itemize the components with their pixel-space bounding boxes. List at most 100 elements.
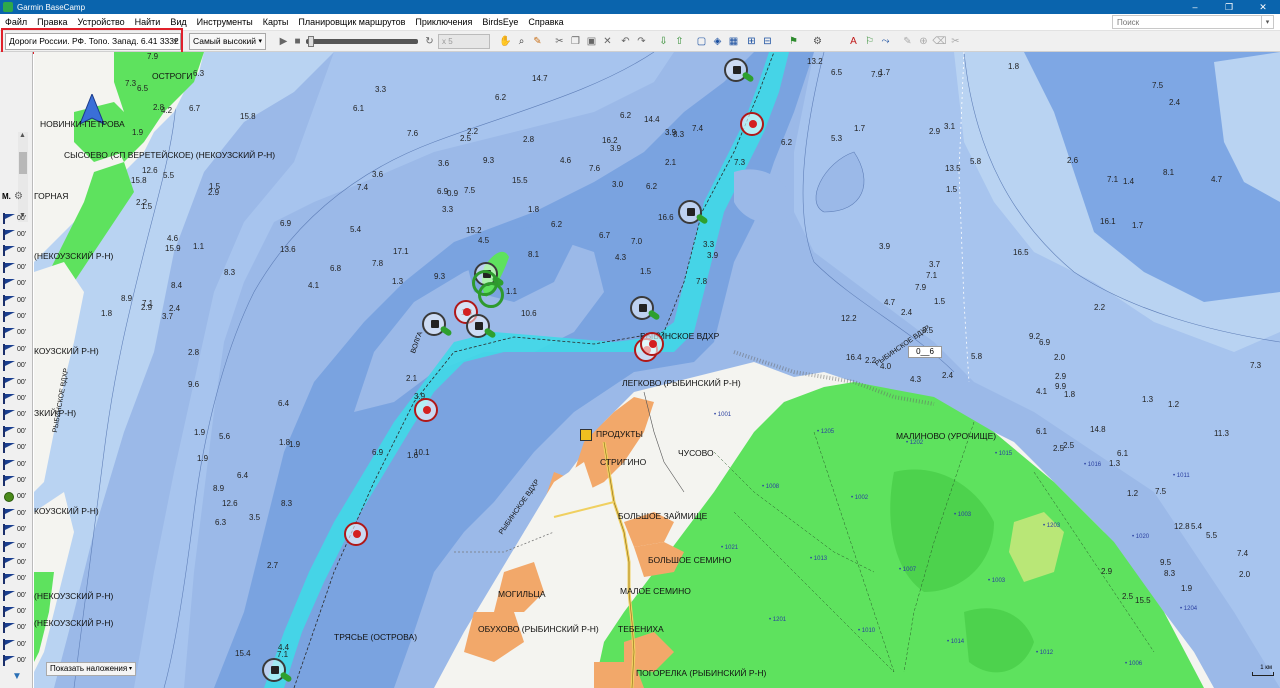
zoom-icon[interactable]: ⌕: [514, 34, 529, 49]
place-label[interactable]: ПРОДУКТЫ: [596, 430, 643, 439]
undo-icon[interactable]: ↶: [618, 34, 633, 49]
grid-view-icon[interactable]: ⊞: [744, 34, 759, 49]
waypoint-list-item[interactable]: 00': [2, 554, 32, 570]
waypoint-list-item[interactable]: 00': [2, 620, 32, 636]
navigation-buoy-icon[interactable]: [640, 332, 664, 356]
waypoint-list-item[interactable]: 00': [2, 226, 32, 242]
waypoint-list-item[interactable]: 00': [2, 423, 32, 439]
waypoint-list-item[interactable]: 00': [2, 538, 32, 554]
waypoint-list-item[interactable]: 00': [2, 456, 32, 472]
waypoint-list-item[interactable]: 00': [2, 210, 32, 226]
maximize-button[interactable]: ❐: [1212, 0, 1246, 14]
navigation-buoy-icon[interactable]: [262, 658, 293, 683]
place-label[interactable]: НОВИНКИ-ПЕТРОВА: [40, 120, 125, 129]
profile-icon[interactable]: ⚙: [810, 34, 825, 49]
playback-slider[interactable]: [306, 39, 418, 44]
waypoint-list-item[interactable]: 00': [2, 505, 32, 521]
place-label[interactable]: ГОРНАЯ: [34, 192, 68, 201]
waypoint-list-item[interactable]: 00': [2, 243, 32, 259]
waypoint-list-item[interactable]: 00': [2, 390, 32, 406]
navigation-buoy-icon[interactable]: [422, 312, 453, 337]
play-icon[interactable]: ▶: [276, 34, 291, 49]
place-label[interactable]: МОГИЛЬЦА: [498, 590, 546, 599]
divide-tool-icon[interactable]: ✂: [948, 34, 963, 49]
waypoint-list-item[interactable]: 00': [2, 571, 32, 587]
waypoint-list-item[interactable]: 00': [2, 276, 32, 292]
measure-icon[interactable]: ✎: [530, 34, 545, 49]
menu-edit[interactable]: Правка: [32, 14, 72, 31]
search-dropdown-icon[interactable]: ▾: [1262, 15, 1274, 29]
place-label[interactable]: (НЕКОУЗСКИЙ Р-Н): [34, 252, 113, 261]
edit-tool-icon[interactable]: ✎: [900, 34, 915, 49]
playback-slider-thumb[interactable]: [308, 36, 314, 47]
green-marker-ring-icon[interactable]: [478, 282, 504, 308]
navigation-buoy-icon[interactable]: [344, 522, 368, 546]
place-label[interactable]: (НЕКОУЗСКИЙ Р-Н): [34, 592, 113, 601]
paste-icon[interactable]: ▣: [584, 34, 599, 49]
send-to-device-icon[interactable]: ⇧: [672, 34, 687, 49]
menu-maps[interactable]: Карты: [258, 14, 294, 31]
insert-tool-icon[interactable]: ⊕: [916, 34, 931, 49]
place-label[interactable]: ЛЕГКОВО (РЫБИНСКИЙ Р-Н): [622, 379, 741, 388]
menu-adventures[interactable]: Приключения: [410, 14, 477, 31]
place-label[interactable]: ОБУХОВО (РЫБИНСКИЙ Р-Н): [478, 625, 599, 634]
panel-scrollbar[interactable]: [18, 132, 28, 222]
menu-birdseye[interactable]: BirdsEye: [477, 14, 523, 31]
waypoint-list-item[interactable]: 00': [2, 407, 32, 423]
close-button[interactable]: ✕: [1246, 0, 1280, 14]
waypoint-list-item[interactable]: 00': [2, 325, 32, 341]
menu-view[interactable]: Вид: [165, 14, 191, 31]
menu-find[interactable]: Найти: [130, 14, 166, 31]
redo-icon[interactable]: ↷: [634, 34, 649, 49]
place-label[interactable]: ПОГОРЕЛКА (РЫБИНСКИЙ Р-Н): [636, 669, 766, 678]
waypoint-list-item[interactable]: 00': [2, 358, 32, 374]
layers-icon[interactable]: ▦: [726, 34, 741, 49]
cut-icon[interactable]: ✂: [552, 34, 567, 49]
waypoint-list-item[interactable]: 00': [2, 521, 32, 537]
map-view-icon[interactable]: ▢: [694, 34, 709, 49]
erase-tool-icon[interactable]: ⌫: [932, 34, 947, 49]
place-label[interactable]: КОУЗСКИЙ Р-Н): [34, 507, 99, 516]
navigation-buoy-icon[interactable]: [740, 112, 764, 136]
waypoint-list-item[interactable]: 00': [2, 292, 32, 308]
map-product-select[interactable]: Дороги России. РФ. Топо. Запад. 6.41 333…: [5, 33, 181, 50]
show-overlays-select[interactable]: Показать наложения ▾: [46, 662, 136, 676]
hand-pan-icon[interactable]: ✋: [498, 34, 513, 49]
place-label[interactable]: БОЛЬШОЕ СЕМИНО: [648, 556, 731, 565]
place-label[interactable]: СТРИГИНО: [600, 458, 646, 467]
navigation-buoy-icon[interactable]: [466, 314, 497, 339]
search-input[interactable]: [1112, 15, 1262, 29]
delete-icon[interactable]: ✕: [600, 34, 615, 49]
split-view-icon[interactable]: ⊟: [760, 34, 775, 49]
place-label[interactable]: ТЕБЕНИХА: [618, 625, 664, 634]
waypoint-list-item[interactable]: 00': [2, 603, 32, 619]
playback-speed-select[interactable]: x 5: [438, 34, 490, 49]
waypoint-list-item[interactable]: 00': [2, 341, 32, 357]
waypoint-tool-icon[interactable]: ⚐: [862, 34, 877, 49]
menu-device[interactable]: Устройство: [73, 14, 130, 31]
map-view[interactable]: ОСТРОГИ НОВИНКИ-ПЕТРОВА СЫСОЕВО (СП ВЕРЕТЕ…: [34, 52, 1280, 688]
navigation-buoy-icon[interactable]: [724, 58, 755, 83]
filter-icon[interactable]: ▼: [12, 671, 26, 685]
stop-icon[interactable]: ■: [290, 34, 305, 49]
waypoint-list-item[interactable]: 00': [2, 439, 32, 455]
receive-from-device-icon[interactable]: ⇩: [656, 34, 671, 49]
navigation-buoy-icon[interactable]: [630, 296, 661, 321]
place-label[interactable]: ЧУСОВО: [678, 449, 714, 458]
waypoint-list-item[interactable]: 00': [2, 653, 32, 669]
waypoint-list-item[interactable]: 00': [2, 259, 32, 275]
place-label[interactable]: БОЛЬШОЕ ЗАЙМИЩЕ: [618, 512, 707, 521]
place-label[interactable]: ОСТРОГИ: [152, 72, 192, 81]
menu-tools[interactable]: Инструменты: [192, 14, 258, 31]
place-label[interactable]: МАЛОЕ СЕМИНО: [620, 587, 691, 596]
copy-icon[interactable]: ❐: [568, 34, 583, 49]
waypoint-list-item[interactable]: 00': [2, 472, 32, 488]
map-annotation[interactable]: 0__6: [908, 346, 942, 358]
place-label[interactable]: СЫСОЕВО (СП ВЕРЕТЕЙСКОЕ) (НЕКОУЗСКИЙ Р-Н…: [64, 151, 275, 160]
waypoint-list-item[interactable]: 00': [2, 308, 32, 324]
menu-file[interactable]: Файл: [0, 14, 32, 31]
place-label[interactable]: КОУЗСКИЙ Р-Н): [34, 347, 99, 356]
waypoint-list-item[interactable]: 00': [2, 489, 32, 505]
detail-level-select[interactable]: Самый высокий ▾: [189, 33, 266, 50]
navigation-buoy-icon[interactable]: [414, 398, 438, 422]
